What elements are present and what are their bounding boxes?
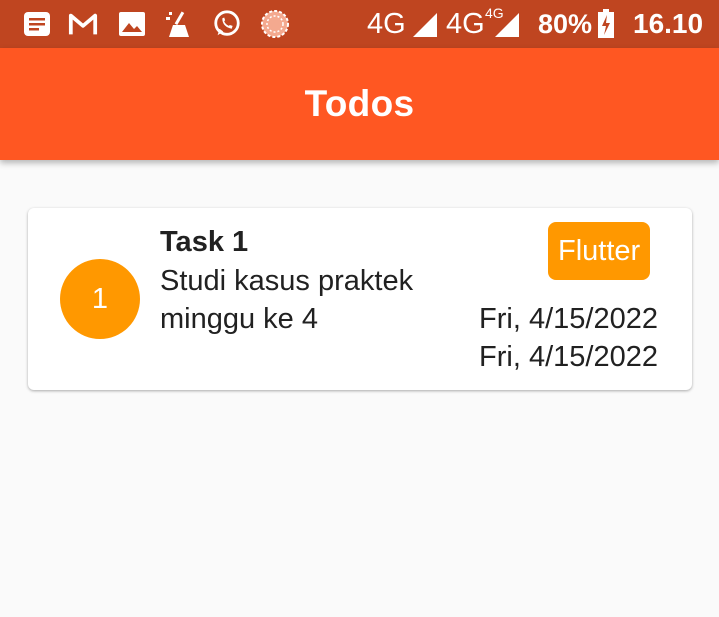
todo-card[interactable]: 1 Task 1 Studi kasus praktek minggu ke 4… bbox=[28, 208, 692, 390]
signal-icon bbox=[410, 10, 440, 40]
todo-description: Studi kasus praktek minggu ke 4 bbox=[160, 265, 414, 335]
signal-icon bbox=[492, 10, 522, 40]
page-title: Todos bbox=[304, 83, 415, 124]
todo-title: Task 1 bbox=[160, 226, 249, 258]
gallery-icon bbox=[117, 9, 147, 39]
network-type-1: 4G bbox=[367, 8, 406, 40]
todo-tag-badge: Flutter bbox=[548, 222, 651, 280]
cleaner-icon bbox=[163, 9, 193, 39]
whatsapp-icon bbox=[212, 9, 242, 39]
gmail-icon bbox=[68, 9, 98, 39]
todo-end-date: Fri, 4/15/2022 bbox=[479, 341, 658, 373]
status-bar: 4G 4G 4G 80% 16.10 bbox=[0, 0, 719, 48]
todo-number-avatar: 1 bbox=[60, 259, 140, 339]
network-type-2: 4G bbox=[446, 8, 485, 40]
loading-icon bbox=[260, 9, 290, 39]
battery-percent: 80% bbox=[538, 9, 593, 39]
app-bar: Todos bbox=[0, 48, 719, 160]
notes-icon bbox=[22, 9, 52, 39]
clock: 16.10 bbox=[633, 8, 704, 39]
battery-charging-icon bbox=[596, 9, 616, 39]
todo-start-date: Fri, 4/15/2022 bbox=[479, 303, 658, 335]
